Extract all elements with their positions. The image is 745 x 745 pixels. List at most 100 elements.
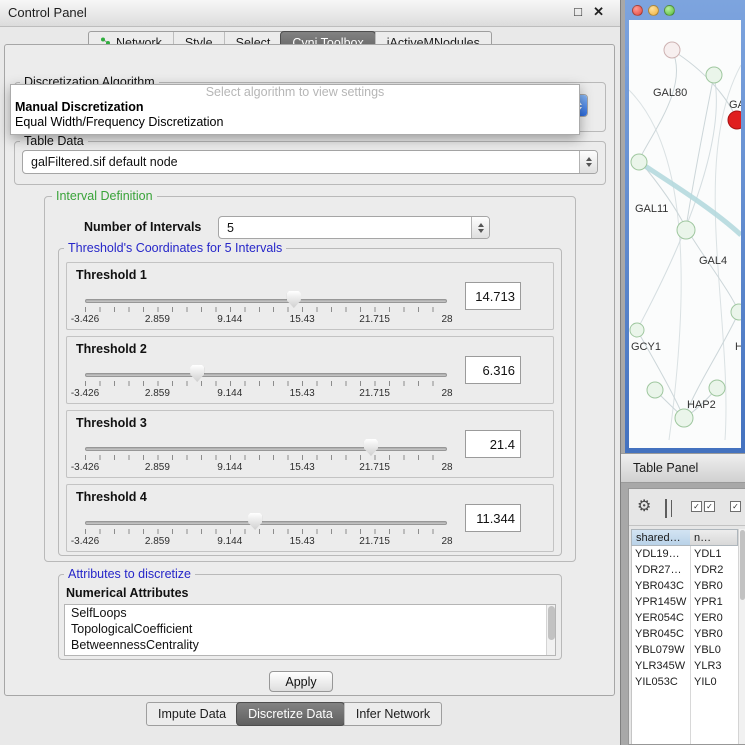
number-of-intervals-combobox[interactable]: 5	[218, 216, 490, 239]
checkbox-icon[interactable]: ✓	[691, 501, 702, 512]
table-row-cell[interactable]: YER0	[690, 610, 738, 626]
table-panel-header[interactable]: Table Panel	[621, 453, 745, 483]
slider-track[interactable]	[85, 447, 447, 451]
list-scrollbar-thumb[interactable]	[548, 606, 555, 640]
combo-stepper-icon[interactable]	[471, 217, 489, 238]
tick-label: -3.426	[71, 314, 99, 325]
table-row-cell[interactable]: YBR0	[690, 578, 738, 594]
table-data-group-title: Table Data	[20, 134, 88, 148]
threshold-value-input[interactable]	[465, 430, 521, 458]
list-item-selfloops[interactable]: SelfLoops	[65, 605, 555, 621]
tick-label: 21.715	[359, 536, 390, 547]
slider-handle[interactable]	[190, 365, 204, 382]
zoom-traffic-light-icon[interactable]	[664, 5, 675, 16]
tab-infer-network[interactable]: Infer Network	[344, 703, 441, 725]
slider-handle[interactable]	[248, 513, 262, 530]
column-header-shared-name[interactable]: shared…	[631, 529, 691, 546]
table-panel-title: Table Panel	[633, 461, 698, 475]
node[interactable]	[630, 323, 644, 337]
checkbox-icon[interactable]: ✓	[704, 501, 715, 512]
slider-handle[interactable]	[287, 291, 301, 308]
table-scrollbar[interactable]	[738, 529, 745, 744]
threshold-name: Threshold 2	[76, 342, 147, 356]
table-data-combobox[interactable]: galFiltered.sif default node	[22, 150, 598, 174]
apply-button[interactable]: Apply	[269, 671, 333, 692]
threshold-value-input[interactable]	[465, 282, 521, 310]
node[interactable]	[664, 42, 680, 58]
threshold-slider[interactable]: -3.426 2.859 9.144 15.43 21.715 28	[85, 363, 447, 403]
thresholds-group-title: Threshold's Coordinates for 5 Intervals	[64, 241, 286, 255]
table-row-cell[interactable]: YBL0	[690, 642, 738, 658]
network-window-titlebar[interactable]	[625, 0, 745, 20]
popup-item-equal-width-frequency[interactable]: Equal Width/Frequency Discretization	[11, 115, 579, 130]
table-row-cell[interactable]: YIL0	[690, 674, 738, 690]
window-title: Control Panel	[8, 5, 87, 20]
selected-node[interactable]	[728, 111, 741, 129]
table-row-cell[interactable]: YDR27…	[631, 562, 689, 578]
slider-track[interactable]	[85, 521, 447, 525]
algorithm-dropdown-popup: Select algorithm to view settings Manual…	[10, 84, 580, 135]
table-row-cell[interactable]: YDL19…	[631, 546, 689, 562]
control-panel-titlebar[interactable]: Control Panel □ ✕	[0, 0, 620, 27]
checkbox-icon[interactable]: ✓	[730, 501, 741, 512]
table-row-cell[interactable]: YDL1	[690, 546, 738, 562]
table-row-cell[interactable]: YBR0	[690, 626, 738, 642]
threshold-slider[interactable]: -3.426 2.859 9.144 15.43 21.715 28	[85, 437, 447, 477]
table-row-cell[interactable]: YIL053C	[631, 674, 689, 690]
slider-handle[interactable]	[364, 439, 378, 456]
threshold-panel-3: Threshold 3 -3.426 2.859 9.144 15.43 21.…	[66, 410, 554, 478]
node[interactable]	[647, 382, 663, 398]
close-icon[interactable]: ✕	[593, 4, 604, 20]
node[interactable]	[677, 221, 695, 239]
tick-label: 21.715	[359, 314, 390, 325]
number-of-intervals-value: 5	[219, 221, 471, 235]
tab-infer-network-label: Infer Network	[356, 707, 430, 721]
threshold-slider[interactable]: -3.426 2.859 9.144 15.43 21.715 28	[85, 289, 447, 329]
slider-track[interactable]	[85, 373, 447, 377]
table-row-cell[interactable]: YBR045C	[631, 626, 689, 642]
minimize-traffic-light-icon[interactable]	[648, 5, 659, 16]
tick-label: 2.859	[145, 388, 170, 399]
table-scrollbar-thumb[interactable]	[740, 530, 745, 600]
tick-label: 9.144	[217, 314, 242, 325]
tick-label: 28	[441, 388, 452, 399]
table-row-cell[interactable]: YLR3	[690, 658, 738, 674]
popup-item-manual-discretization[interactable]: Manual Discretization	[11, 100, 579, 115]
threshold-name: Threshold 4	[76, 490, 147, 504]
combo-stepper-icon[interactable]	[579, 151, 597, 173]
tab-impute-data[interactable]: Impute Data	[147, 703, 237, 725]
table-row-cell[interactable]: YDR2	[690, 562, 738, 578]
attributes-group-title: Attributes to discretize	[64, 567, 195, 581]
threshold-value-input[interactable]	[465, 504, 521, 532]
columns-icon[interactable]	[665, 499, 667, 518]
column-header-name[interactable]: n…	[690, 529, 738, 546]
table-row-cell[interactable]: YPR1	[690, 594, 738, 610]
gear-icon[interactable]: ⚙	[637, 496, 651, 516]
list-item-topologicalcoefficient[interactable]: TopologicalCoefficient	[65, 621, 555, 637]
close-traffic-light-icon[interactable]	[632, 5, 643, 16]
node[interactable]	[706, 67, 722, 83]
table-row-cell[interactable]: YBL079W	[631, 642, 689, 658]
node-label: GAL11	[635, 203, 668, 215]
slider-track[interactable]	[85, 299, 447, 303]
threshold-name: Threshold 1	[76, 268, 147, 282]
node[interactable]	[675, 409, 693, 427]
list-item-betweennesscentrality[interactable]: BetweennessCentrality	[65, 637, 555, 653]
table-row-cell[interactable]: YBR043C	[631, 578, 689, 594]
tick-label: 15.43	[290, 388, 315, 399]
network-canvas[interactable]: GAL80 GA GAL11 GAL4 GCY1 H HAP2	[629, 20, 741, 448]
table-row-cell[interactable]: YLR345W	[631, 658, 689, 674]
list-scrollbar[interactable]	[546, 605, 555, 655]
slider-ticks	[85, 381, 447, 386]
table-row-cell[interactable]: YER054C	[631, 610, 689, 626]
table-toolbar: ⚙ ✓ ✓ ✓	[629, 489, 745, 526]
node[interactable]	[709, 380, 725, 396]
table-row-cell[interactable]: YPR145W	[631, 594, 689, 610]
tick-label: 15.43	[290, 536, 315, 547]
node[interactable]	[731, 304, 741, 320]
threshold-value-input[interactable]	[465, 356, 521, 384]
threshold-slider[interactable]: -3.426 2.859 9.144 15.43 21.715 28	[85, 511, 447, 551]
float-window-icon[interactable]: □	[574, 4, 582, 19]
tab-discretize-data[interactable]: Discretize Data	[236, 702, 345, 726]
node[interactable]	[631, 154, 647, 170]
